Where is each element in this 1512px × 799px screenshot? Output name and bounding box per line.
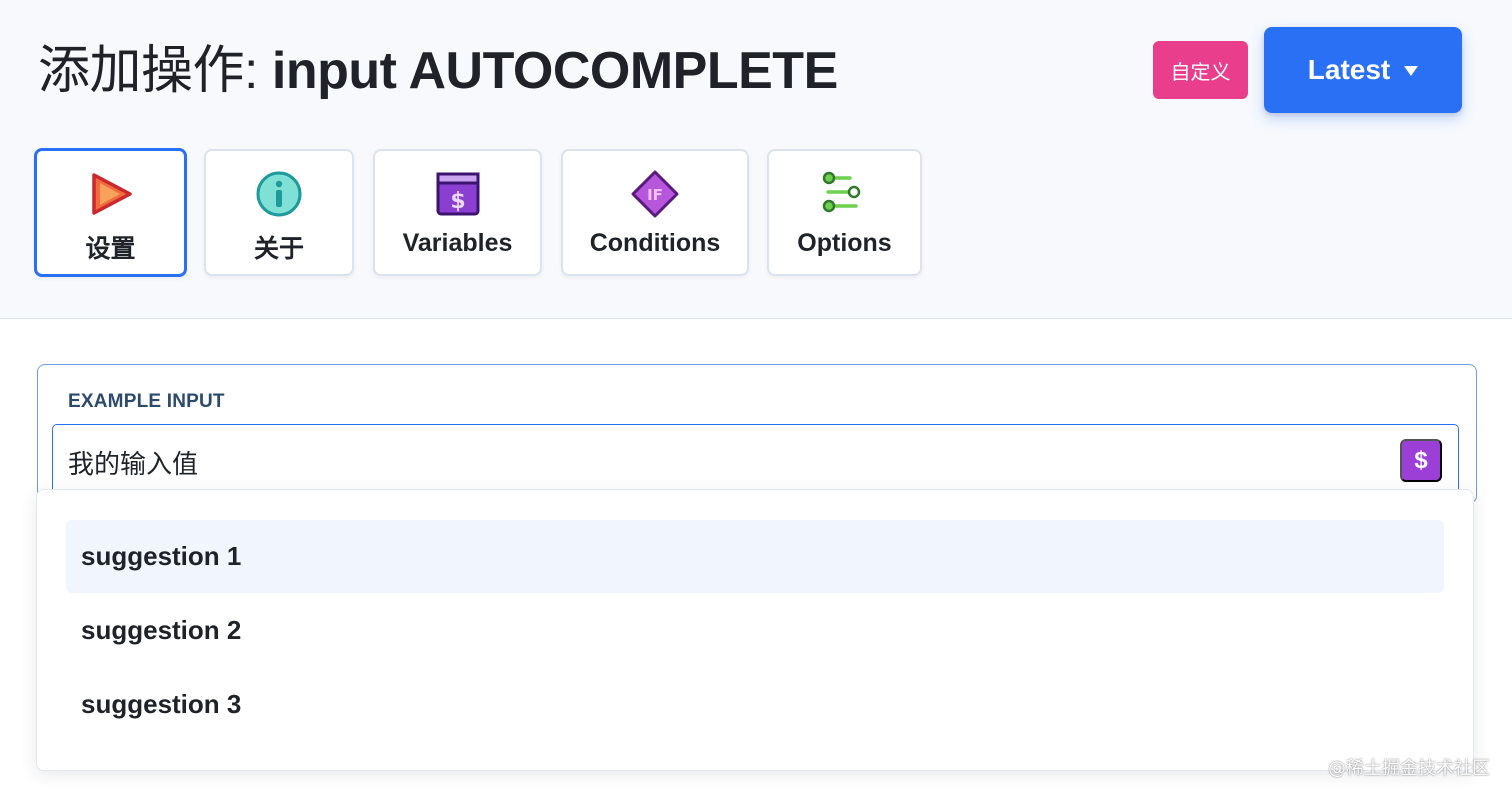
svg-text:IF: IF — [647, 186, 663, 204]
page: 添加操作: input AUTOCOMPLETE 自定义 Latest 设置 关… — [0, 0, 1512, 799]
field-label: EXAMPLE INPUT — [68, 391, 225, 412]
info-icon — [256, 171, 302, 217]
page-title: 添加操作: input AUTOCOMPLETE — [38, 38, 838, 104]
version-label: Latest — [1307, 54, 1391, 85]
tab-conditions[interactable]: IF Conditions — [561, 149, 749, 276]
svg-text:$: $ — [450, 189, 465, 214]
suggestion-item[interactable]: suggestion 1 — [66, 520, 1444, 593]
if-diamond-icon: IF — [631, 170, 679, 218]
sliders-icon — [822, 171, 860, 213]
page-title-prefix: 添加操作: — [38, 42, 272, 100]
tab-label: Conditions — [589, 229, 721, 257]
input-value: 我的输入值 — [68, 450, 199, 480]
dollar-icon: $ — [436, 172, 479, 216]
autocomplete-input[interactable] — [52, 424, 1459, 496]
tab-label: Variables — [402, 229, 513, 257]
play-icon — [91, 173, 132, 215]
tab-options[interactable]: Options — [767, 149, 922, 276]
tab-label: Options — [797, 229, 892, 257]
suggestion-item[interactable]: suggestion 2 — [66, 594, 1444, 667]
version-dropdown-button[interactable]: Latest — [1264, 27, 1462, 113]
tab-settings[interactable]: 设置 — [34, 148, 187, 277]
variable-button[interactable]: $ — [1400, 439, 1442, 482]
tab-label: 设置 — [85, 235, 136, 263]
tab-variables[interactable]: $ Variables — [373, 149, 542, 276]
tab-about[interactable]: 关于 — [204, 149, 354, 276]
watermark: @稀土掘金技术社区 — [1328, 758, 1490, 779]
tab-label: 关于 — [253, 235, 304, 263]
page-title-action: input AUTOCOMPLETE — [271, 42, 838, 100]
caret-down-icon — [1404, 66, 1419, 76]
suggestion-item[interactable]: suggestion 3 — [66, 668, 1444, 741]
custom-button[interactable]: 自定义 — [1153, 41, 1248, 99]
